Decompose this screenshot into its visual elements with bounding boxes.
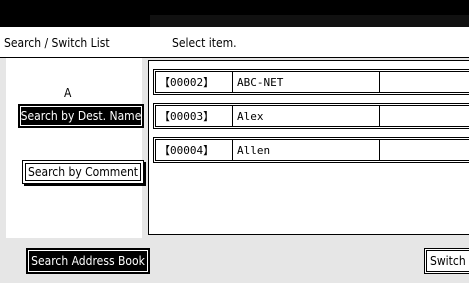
search-by-comment-label: Search by Comment [27,165,139,179]
list-item-id: 【00002】 [159,76,215,89]
top-bar-notch [150,15,469,27]
list-item[interactable]: 【00003】 Alex [155,105,469,127]
list-item-id: 【00004】 [159,144,215,157]
search-by-dest-name-label: Search by Dest. Name [20,109,142,123]
list-item-name: ABC-NET [232,72,380,92]
search-by-dest-name-button[interactable]: Search by Dest. Name [18,104,144,128]
search-address-book-button[interactable]: Search Address Book [26,248,150,274]
switch-label: Switch [430,254,466,268]
list-item[interactable]: 【00002】 ABC-NET [155,71,469,93]
switch-button[interactable]: Switch [424,248,469,274]
list-item-name: Allen [232,140,380,160]
list-item-name: Alex [232,106,380,126]
list-item[interactable]: 【00004】 Allen [155,139,469,161]
search-address-book-label: Search Address Book [31,254,145,268]
header-row: Search / Switch List Select item. [0,27,469,58]
instruction-text: Select item. [172,36,237,50]
index-letter: A [64,86,72,100]
destination-list: 【00002】 ABC-NET 【00003】 Alex 【00004】 All… [148,60,469,235]
search-by-comment-button[interactable]: Search by Comment [22,160,144,184]
search-options-panel: A [6,58,142,238]
list-item-id: 【00003】 [159,110,215,123]
top-bar [0,0,469,27]
panel-title: Search / Switch List [4,36,110,50]
